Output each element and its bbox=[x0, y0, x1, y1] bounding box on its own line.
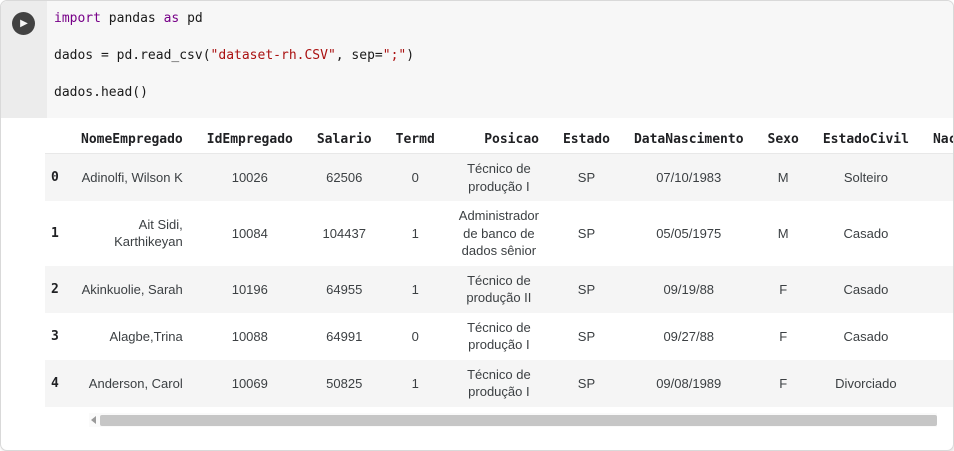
table-cell: 0 bbox=[384, 313, 447, 360]
table-cell: SP bbox=[551, 201, 622, 266]
run-cell-button[interactable]: ▶ bbox=[12, 12, 35, 35]
table-cell: 10084 bbox=[195, 201, 305, 266]
table-cell: 50825 bbox=[305, 360, 384, 407]
horizontal-scrollbar[interactable] bbox=[89, 413, 937, 427]
table-cell: SP bbox=[551, 266, 622, 313]
table-row: 2Akinkuolie, Sarah10196649551Técnico de … bbox=[45, 266, 954, 313]
code-token-plain: pd bbox=[179, 11, 202, 26]
code-line: dados.head() bbox=[54, 84, 945, 103]
code-token-string: "dataset-rh.CSV" bbox=[211, 48, 336, 63]
play-icon: ▶ bbox=[20, 19, 28, 29]
table-cell: 64955 bbox=[305, 266, 384, 313]
table-cell: Casado bbox=[811, 201, 921, 266]
table-cell: 10069 bbox=[195, 360, 305, 407]
table-cell: 0 bbox=[384, 154, 447, 202]
cell-output-area: NomeEmpregadoIdEmpregadoSalarioTermdPosi… bbox=[1, 118, 953, 427]
table-cell: 62506 bbox=[305, 154, 384, 202]
table-cell: Anderson, Carol bbox=[69, 360, 195, 407]
table-cell: 10196 bbox=[195, 266, 305, 313]
dataframe-table: NomeEmpregadoIdEmpregadoSalarioTermdPosi… bbox=[45, 126, 954, 407]
column-header: Estado bbox=[551, 126, 622, 154]
table-cell: Brasileiro bbox=[921, 201, 954, 266]
table-cell: Casado bbox=[811, 266, 921, 313]
code-token-plain: dados.head() bbox=[54, 85, 148, 100]
column-header: EstadoCivil bbox=[811, 126, 921, 154]
table-cell: Técnico de produção I bbox=[447, 313, 551, 360]
table-cell: 09/08/1989 bbox=[622, 360, 756, 407]
row-index: 0 bbox=[45, 154, 69, 202]
code-editor[interactable]: import pandas as pd dados = pd.read_csv(… bbox=[54, 10, 945, 103]
code-token-plain: ) bbox=[406, 48, 414, 63]
dataframe-body: 0Adinolfi, Wilson K10026625060Técnico de… bbox=[45, 154, 954, 408]
table-cell: Divorciado bbox=[811, 360, 921, 407]
scrollbar-thumb[interactable] bbox=[100, 415, 937, 426]
table-row: 1Ait Sidi, Karthikeyan100841044371Admini… bbox=[45, 201, 954, 266]
table-cell: Solteiro bbox=[811, 154, 921, 202]
table-cell: F bbox=[756, 266, 811, 313]
table-cell: SP bbox=[551, 313, 622, 360]
column-header: DataNascimento bbox=[622, 126, 756, 154]
row-index: 2 bbox=[45, 266, 69, 313]
code-token-string: ";" bbox=[383, 48, 406, 63]
table-cell: SP bbox=[551, 154, 622, 202]
row-index: 3 bbox=[45, 313, 69, 360]
column-header: Sexo bbox=[756, 126, 811, 154]
code-cell-editor-area: ▶ import pandas as pd dados = pd.read_cs… bbox=[1, 1, 953, 118]
index-column-header bbox=[45, 126, 69, 154]
table-cell: Técnico de produção I bbox=[447, 360, 551, 407]
column-header: NomeEmpregado bbox=[69, 126, 195, 154]
table-cell: 09/19/88 bbox=[622, 266, 756, 313]
code-line: import pandas as pd bbox=[54, 10, 945, 29]
table-cell: 1 bbox=[384, 201, 447, 266]
table-cell: F bbox=[756, 313, 811, 360]
notebook-code-cell: ▶ import pandas as pd dados = pd.read_cs… bbox=[0, 0, 954, 451]
column-header: Nacionalidade bbox=[921, 126, 954, 154]
table-cell: 1 bbox=[384, 360, 447, 407]
code-token-keyword: import bbox=[54, 11, 101, 26]
dataframe-header: NomeEmpregadoIdEmpregadoSalarioTermdPosi… bbox=[45, 126, 954, 154]
table-row: 4Anderson, Carol10069508251Técnico de pr… bbox=[45, 360, 954, 407]
code-token-keyword: as bbox=[164, 11, 180, 26]
table-cell: Ait Sidi, Karthikeyan bbox=[69, 201, 195, 266]
table-cell: Brasileiro bbox=[921, 313, 954, 360]
code-line: dados = pd.read_csv("dataset-rh.CSV", se… bbox=[54, 47, 945, 66]
table-cell: Alagbe,Trina bbox=[69, 313, 195, 360]
code-line bbox=[54, 66, 945, 85]
table-cell: 10026 bbox=[195, 154, 305, 202]
table-cell: Técnico de produção I bbox=[447, 154, 551, 202]
code-token-plain: dados = pd.read_csv( bbox=[54, 48, 211, 63]
row-index: 4 bbox=[45, 360, 69, 407]
scrollbar-left-arrow-icon[interactable] bbox=[91, 416, 96, 424]
column-header: IdEmpregado bbox=[195, 126, 305, 154]
table-cell: Brasileiro bbox=[921, 360, 954, 407]
table-cell: M bbox=[756, 154, 811, 202]
table-cell: 09/27/88 bbox=[622, 313, 756, 360]
table-cell: 104437 bbox=[305, 201, 384, 266]
table-cell: Administrador de banco de dados sênior bbox=[447, 201, 551, 266]
table-cell: F bbox=[756, 360, 811, 407]
column-header: Posicao bbox=[447, 126, 551, 154]
table-cell: 10088 bbox=[195, 313, 305, 360]
table-row: 3Alagbe,Trina10088649910Técnico de produ… bbox=[45, 313, 954, 360]
table-cell: Akinkuolie, Sarah bbox=[69, 266, 195, 313]
table-cell: Casado bbox=[811, 313, 921, 360]
column-header: Salario bbox=[305, 126, 384, 154]
row-index: 1 bbox=[45, 201, 69, 266]
table-cell: 07/10/1983 bbox=[622, 154, 756, 202]
code-token-plain: , sep= bbox=[336, 48, 383, 63]
code-token-plain: pandas bbox=[101, 11, 164, 26]
table-cell: 1 bbox=[384, 266, 447, 313]
table-cell: SP bbox=[551, 360, 622, 407]
table-cell: Brasileiro bbox=[921, 154, 954, 202]
table-cell: Adinolfi, Wilson K bbox=[69, 154, 195, 202]
column-header: Termd bbox=[384, 126, 447, 154]
table-cell: Técnico de produção II bbox=[447, 266, 551, 313]
table-cell: Brasileiro bbox=[921, 266, 954, 313]
table-cell: M bbox=[756, 201, 811, 266]
code-line bbox=[54, 29, 945, 48]
table-cell: 05/05/1975 bbox=[622, 201, 756, 266]
table-cell: 64991 bbox=[305, 313, 384, 360]
table-row: 0Adinolfi, Wilson K10026625060Técnico de… bbox=[45, 154, 954, 202]
